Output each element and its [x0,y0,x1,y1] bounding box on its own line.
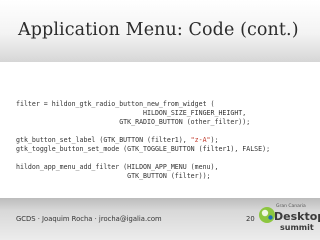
code-line-5-start: gtk_button_set_label (GTK_BUTTON (filter… [16,136,191,144]
code-string-literal: "z-A" [190,136,211,144]
code-line-5-end: ); [210,136,219,144]
code-line-9: GTK_BUTTON (filter)); [16,172,211,180]
code-line-8: hildon_app_menu_add_filter (HILDON_APP_M… [16,163,219,171]
code-line-1: filter = hildon_gtk_radio_button_new_fro… [16,100,215,108]
desktop-summit-logo: Gran Canaria Desktop summit [258,202,320,238]
logo-text-summit: summit [280,223,314,232]
logo-text-desktop: Desktop [274,210,320,223]
page-number: 20 [246,215,255,223]
logo-text-gran-canaria: Gran Canaria [276,204,306,209]
code-line-6: gtk_toggle_button_set_mode (GTK_TOGGLE_B… [16,145,271,153]
code-line-5: gtk_button_set_label (GTK_BUTTON (filter… [16,136,218,144]
slide-title: Application Menu: Code (cont.) [18,20,299,40]
code-line-3: GTK_RADIO_BUTTON (other_filter)); [16,118,251,126]
footer-credit: GCDS · Joaquim Rocha · jrocha@igalia.com [16,215,162,223]
slide: Application Menu: Code (cont.) filter = … [0,0,320,240]
code-line-2: HILDON_SIZE_FINGER_HEIGHT, [16,109,247,117]
code-block: filter = hildon_gtk_radio_button_new_fro… [16,100,270,181]
